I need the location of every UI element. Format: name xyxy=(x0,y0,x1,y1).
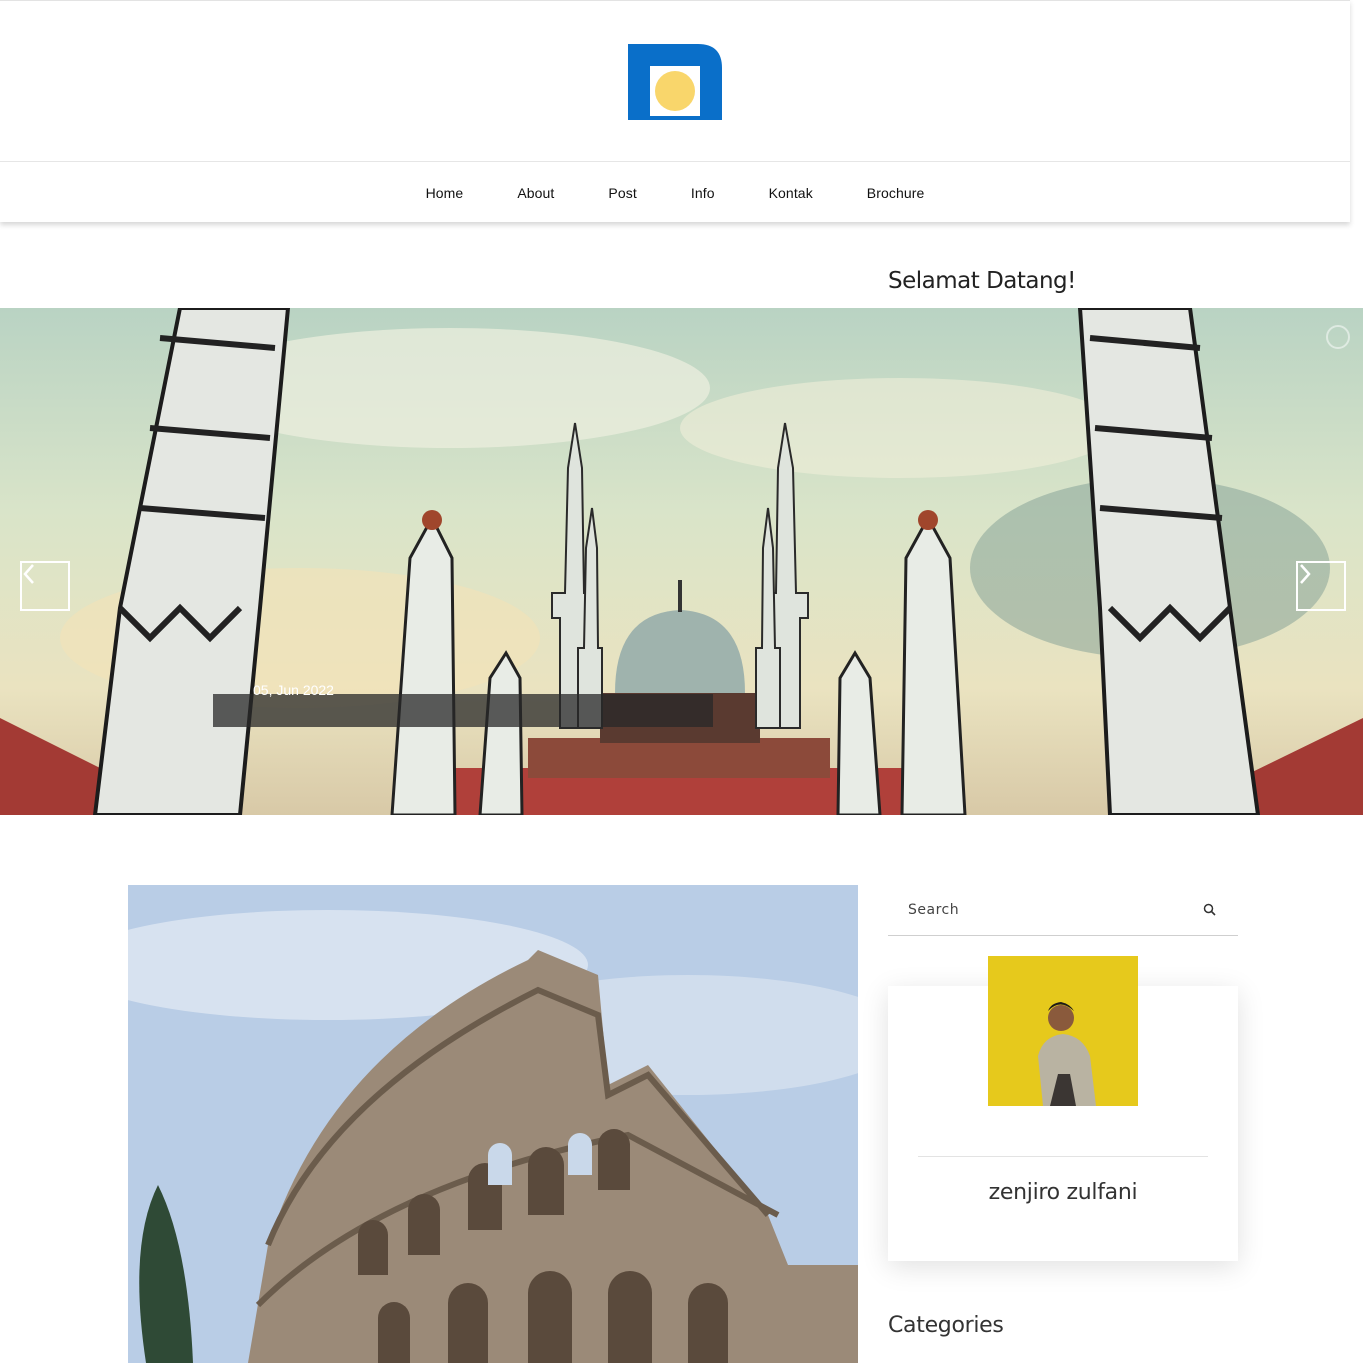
categories-heading: Categories xyxy=(888,1313,1004,1338)
slider-next-button[interactable] xyxy=(1296,561,1346,611)
author-avatar[interactable] xyxy=(988,956,1138,1106)
welcome-heading: Selamat Datang! xyxy=(888,268,1076,294)
slide-caption: 05, Jun 2022 xyxy=(213,682,713,727)
author-name[interactable]: zenjiro zulfani xyxy=(888,1180,1238,1205)
nav-brochure[interactable]: Brochure xyxy=(867,185,925,201)
logo-area xyxy=(0,1,1350,162)
slide-image-mosque xyxy=(0,308,1363,815)
nav-home[interactable]: Home xyxy=(426,185,464,201)
post-thumbnail-colosseum[interactable] xyxy=(128,885,858,1363)
nav-about[interactable]: About xyxy=(517,185,554,201)
chevron-right-icon xyxy=(1300,564,1311,584)
site-header: Home About Post Info Kontak Brochure xyxy=(0,0,1350,222)
sidebar-search xyxy=(888,885,1238,936)
slide-caption-date: 05, Jun 2022 xyxy=(253,682,334,698)
nav-post[interactable]: Post xyxy=(608,185,636,201)
search-icon[interactable] xyxy=(1202,902,1218,918)
author-divider xyxy=(918,1156,1208,1157)
post-image-colosseum xyxy=(128,885,858,1363)
hero-slider: 05, Jun 2022 xyxy=(0,308,1363,815)
slider-prev-button[interactable] xyxy=(20,561,70,611)
search-input[interactable] xyxy=(888,885,1198,935)
slider-pagination-dot[interactable] xyxy=(1326,325,1350,349)
site-logo[interactable] xyxy=(628,44,722,120)
author-photo xyxy=(988,956,1138,1106)
nav-kontak[interactable]: Kontak xyxy=(769,185,813,201)
main-nav: Home About Post Info Kontak Brochure xyxy=(0,163,1350,223)
nav-info[interactable]: Info xyxy=(691,185,715,201)
chevron-left-icon xyxy=(23,564,34,584)
